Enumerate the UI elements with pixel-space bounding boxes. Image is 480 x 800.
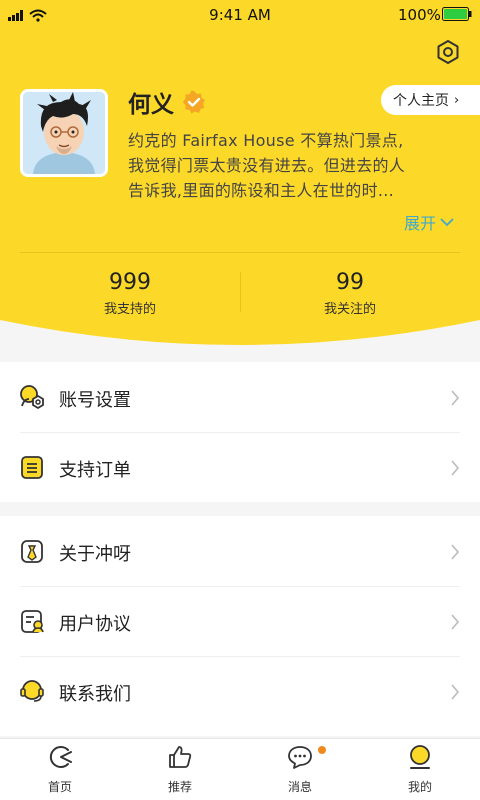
- bio-line: 约克的 Fairfax House 不算热门景点,: [128, 131, 404, 150]
- gear-icon: [437, 40, 459, 64]
- tab-label: 消息: [287, 780, 312, 794]
- personal-homepage-button[interactable]: 个人主页 ›: [381, 85, 480, 115]
- menu-item-label: 账号设置: [59, 390, 131, 411]
- stat-label: 我支持的: [103, 302, 156, 317]
- user-name: 何义: [128, 92, 174, 118]
- tab-mine[interactable]: 我的: [360, 739, 480, 800]
- tab-label: 我的: [407, 780, 432, 794]
- bio-text: 约克的 Fairfax House 不算热门景点, 我觉得门票太贵没有进去。但进…: [128, 128, 466, 203]
- chevron-down-icon: [440, 218, 454, 227]
- expand-button[interactable]: 展开: [404, 210, 454, 234]
- stat-following[interactable]: 99 我关注的: [240, 270, 460, 317]
- message-icon: [288, 746, 312, 769]
- account-settings-icon: [20, 385, 44, 410]
- menu-item-contact[interactable]: 联系我们: [0, 656, 480, 726]
- about-icon: [21, 540, 43, 563]
- chevron-right-icon: [451, 460, 460, 476]
- menu-item-account-settings[interactable]: 账号设置: [0, 362, 480, 432]
- tab-label: 推荐: [167, 780, 192, 794]
- menu-item-label: 关于冲呀: [59, 544, 131, 565]
- verified-badge-icon: [182, 90, 205, 114]
- stat-value: 999: [109, 270, 151, 295]
- tab-messages[interactable]: 消息: [240, 739, 360, 800]
- divider: [20, 252, 460, 253]
- menu-item-label: 支持订单: [59, 460, 131, 481]
- notification-badge: [318, 746, 326, 754]
- chevron-right-icon: [451, 544, 460, 560]
- chevron-right-icon: [451, 614, 460, 630]
- stat-value: 99: [336, 270, 364, 295]
- profile-icon: [410, 745, 430, 769]
- contact-icon: [20, 680, 44, 702]
- chevron-right-icon: [451, 390, 460, 406]
- menu-item-label: 联系我们: [59, 684, 131, 705]
- menu-item-label: 用户协议: [59, 614, 131, 635]
- home-icon: [49, 746, 72, 768]
- stat-label: 我关注的: [323, 302, 376, 317]
- order-icon: [21, 456, 43, 479]
- battery-icon: [442, 7, 472, 21]
- name-row: 何义: [128, 86, 206, 118]
- menu-group-info: 关于冲呀 用户协议 联系我们: [0, 516, 480, 736]
- bio-line: 我觉得门票太贵没有进去。但进去的人: [128, 156, 406, 175]
- chevron-right-icon: ›: [454, 92, 460, 108]
- thumbs-up-icon: [169, 746, 192, 768]
- stat-supported[interactable]: 999 我支持的: [20, 270, 240, 317]
- menu-group-account: 账号设置 支持订单: [0, 362, 480, 502]
- battery-percent: 100%: [398, 6, 441, 24]
- tab-recommend[interactable]: 推荐: [120, 739, 240, 800]
- avatar-image: [23, 92, 105, 174]
- personal-homepage-label: 个人主页: [393, 93, 449, 109]
- menu-item-orders[interactable]: 支持订单: [0, 432, 480, 502]
- tab-bar: 首页 推荐 消息 我的: [0, 738, 480, 800]
- menu-item-agreement[interactable]: 用户协议: [0, 586, 480, 656]
- menu-item-about[interactable]: 关于冲呀: [0, 516, 480, 586]
- bio-line: 告诉我,里面的陈设和主人在世的时...: [128, 181, 395, 200]
- avatar[interactable]: [20, 89, 108, 177]
- chevron-right-icon: [451, 684, 460, 700]
- tab-home[interactable]: 首页: [0, 739, 120, 800]
- agreement-icon: [21, 610, 44, 633]
- settings-button[interactable]: [434, 38, 462, 66]
- tab-label: 首页: [47, 780, 72, 794]
- expand-label: 展开: [404, 214, 437, 233]
- status-bar: 9:41 AM 100%: [0, 0, 480, 30]
- profile-header: 9:41 AM 100% 何义 个人主页 › 约克的 Fairfax House…: [0, 0, 480, 350]
